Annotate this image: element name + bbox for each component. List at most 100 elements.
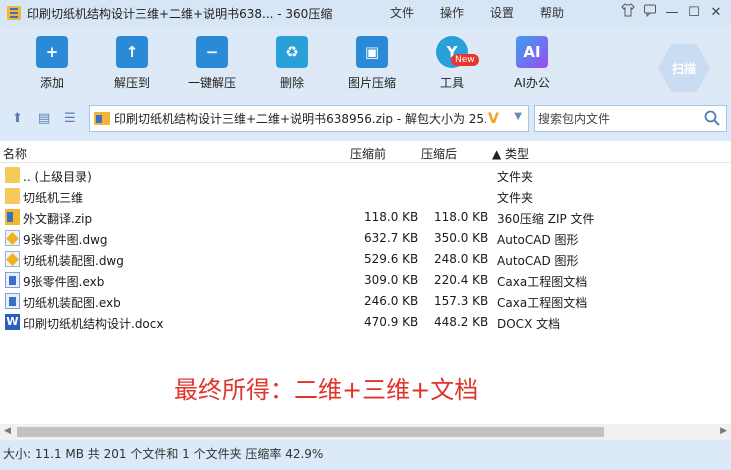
up-arrow-icon[interactable]: ⬆ xyxy=(12,111,23,126)
list-item[interactable]: 9张零件图.dwg 632.7 KB 350.0 KB AutoCAD 图形 xyxy=(0,228,731,249)
ai-office-button[interactable]: AI AI办公 xyxy=(492,36,572,91)
menu-settings[interactable]: 设置 xyxy=(490,4,514,21)
dwg-file-icon xyxy=(5,251,20,267)
list-item[interactable]: .. (上级目录) 文件夹 xyxy=(0,165,731,186)
file-type: AutoCAD 图形 xyxy=(497,233,579,247)
file-name: 9张零件图.exb xyxy=(23,275,105,289)
column-type[interactable]: ▲ 类型 xyxy=(492,145,529,162)
address-path: 印刷切纸机结构设计三维+二维+说明书638956.zip - 解包大小为 25. xyxy=(114,112,486,126)
file-type: Caxa工程图文档 xyxy=(497,296,588,310)
new-badge: New xyxy=(451,54,479,66)
list-item[interactable]: 切纸机三维 文件夹 xyxy=(0,186,731,207)
feedback-icon[interactable] xyxy=(639,3,661,23)
search-box xyxy=(534,105,727,132)
one-click-extract-label: 一键解压 xyxy=(187,76,236,90)
image-compress-button[interactable]: ▣ 图片压缩 xyxy=(332,36,412,91)
list-header: 名称 压缩前 压缩后 ▲ 类型 xyxy=(0,141,731,163)
window-title: 印刷切纸机结构设计三维+二维+说明书638... - 360压缩 xyxy=(27,6,333,21)
file-packed: 632.7 KB xyxy=(364,231,419,245)
file-name: .. (上级目录) xyxy=(23,170,92,184)
file-packed: 529.6 KB xyxy=(364,252,419,266)
minimize-icon[interactable]: — xyxy=(661,3,683,23)
image-compress-icon: ▣ xyxy=(356,36,388,68)
search-input[interactable] xyxy=(538,111,698,126)
view-mode-icon[interactable]: ▤ xyxy=(38,111,50,126)
status-bar: 大小: 11.1 MB 共 201 个文件和 1 个文件夹 压缩率 42.9% xyxy=(0,440,731,470)
search-icon[interactable] xyxy=(704,110,720,126)
tools-label: 工具 xyxy=(439,76,464,90)
window-controls: — ☐ ✕ xyxy=(617,3,727,23)
overlay-annotation: 最终所得：二维+三维+文档 xyxy=(174,376,479,404)
file-type: 文件夹 xyxy=(497,191,534,205)
folder-icon xyxy=(5,188,20,204)
file-type: AutoCAD 图形 xyxy=(497,254,579,268)
file-packed: 246.0 KB xyxy=(364,294,419,308)
file-compressed: 350.0 KB xyxy=(434,231,489,245)
word-file-icon: W xyxy=(5,314,20,330)
column-compressed[interactable]: 压缩后 xyxy=(421,145,457,162)
file-compressed: 248.0 KB xyxy=(434,252,489,266)
list-item[interactable]: 切纸机装配图.exb 246.0 KB 157.3 KB Caxa工程图文档 xyxy=(0,291,731,312)
extract-to-button[interactable]: ↑ 解压到 xyxy=(92,36,172,91)
archive-app-icon xyxy=(7,6,21,20)
menu-bar: 文件 操作 设置 帮助 xyxy=(390,4,590,21)
delete-button[interactable]: ♻ 删除 xyxy=(252,36,332,91)
scroll-right-icon[interactable]: ▶ xyxy=(720,426,727,436)
menu-operate[interactable]: 操作 xyxy=(440,4,464,21)
close-icon[interactable]: ✕ xyxy=(705,3,727,23)
horizontal-scrollbar[interactable]: ◀ ▶ xyxy=(0,424,731,440)
zip-file-icon xyxy=(5,209,20,225)
file-name: 切纸机三维 xyxy=(23,191,84,205)
file-compressed: 157.3 KB xyxy=(434,294,489,308)
file-type: 文件夹 xyxy=(497,170,534,184)
list-view-icon[interactable]: ☰ xyxy=(64,111,76,126)
file-type: 360压缩 ZIP 文件 xyxy=(497,212,595,226)
verified-check-icon: V xyxy=(488,110,499,127)
shirt-icon[interactable] xyxy=(617,3,639,23)
ai-office-label: AI办公 xyxy=(514,76,550,90)
file-packed: 309.0 KB xyxy=(364,273,419,287)
file-name: 9张零件图.dwg xyxy=(23,233,108,247)
maximize-icon[interactable]: ☐ xyxy=(683,3,705,23)
scan-label: 扫描 xyxy=(658,44,710,92)
scrollbar-thumb[interactable] xyxy=(17,427,604,437)
file-type: DOCX 文档 xyxy=(497,317,561,331)
chevron-down-icon[interactable]: ▼ xyxy=(514,111,522,122)
file-name: 切纸机装配图.exb xyxy=(23,296,121,310)
scroll-left-icon[interactable]: ◀ xyxy=(4,426,11,436)
ai-office-icon: AI xyxy=(516,36,548,68)
extract-to-icon: ↑ xyxy=(116,36,148,68)
file-name: 印刷切纸机结构设计.docx xyxy=(23,317,164,331)
one-click-extract-icon: − xyxy=(196,36,228,68)
file-packed: 118.0 KB xyxy=(364,210,419,224)
file-name: 切纸机装配图.dwg xyxy=(23,254,124,268)
one-click-extract-button[interactable]: − 一键解压 xyxy=(172,36,252,91)
column-packed[interactable]: 压缩前 xyxy=(350,145,386,162)
menu-help[interactable]: 帮助 xyxy=(540,4,564,21)
list-item[interactable]: 外文翻译.zip 118.0 KB 118.0 KB 360压缩 ZIP 文件 xyxy=(0,207,731,228)
toolbar: + 添加 ↑ 解压到 − 一键解压 ♻ 删除 ▣ 图片压缩 Y 工具 AI AI… xyxy=(0,26,731,100)
folder-icon xyxy=(5,167,20,183)
exb-file-icon xyxy=(5,272,20,288)
title-bar: 印刷切纸机结构设计三维+二维+说明书638... - 360压缩 文件 操作 设… xyxy=(0,0,731,26)
file-name: 外文翻译.zip xyxy=(23,212,93,226)
menu-file[interactable]: 文件 xyxy=(390,4,414,21)
scan-button[interactable]: 扫描 xyxy=(656,42,712,94)
file-compressed: 448.2 KB xyxy=(434,315,489,329)
add-label: 添加 xyxy=(39,76,64,90)
file-compressed: 118.0 KB xyxy=(434,210,489,224)
extract-to-label: 解压到 xyxy=(113,76,150,90)
file-compressed: 220.4 KB xyxy=(434,273,489,287)
column-name[interactable]: 名称 xyxy=(3,145,27,162)
add-button[interactable]: + 添加 xyxy=(12,36,92,91)
image-compress-label: 图片压缩 xyxy=(347,76,396,90)
file-type: Caxa工程图文档 xyxy=(497,275,588,289)
delete-icon: ♻ xyxy=(276,36,308,68)
dwg-file-icon xyxy=(5,230,20,246)
list-item[interactable]: 切纸机装配图.dwg 529.6 KB 248.0 KB AutoCAD 图形 xyxy=(0,249,731,270)
list-item[interactable]: 9张零件图.exb 309.0 KB 220.4 KB Caxa工程图文档 xyxy=(0,270,731,291)
list-item[interactable]: W 印刷切纸机结构设计.docx 470.9 KB 448.2 KB DOCX … xyxy=(0,312,731,333)
delete-label: 删除 xyxy=(279,76,304,90)
address-bar[interactable]: 印刷切纸机结构设计三维+二维+说明书638956.zip - 解包大小为 25.… xyxy=(89,105,529,132)
exb-file-icon xyxy=(5,293,20,309)
